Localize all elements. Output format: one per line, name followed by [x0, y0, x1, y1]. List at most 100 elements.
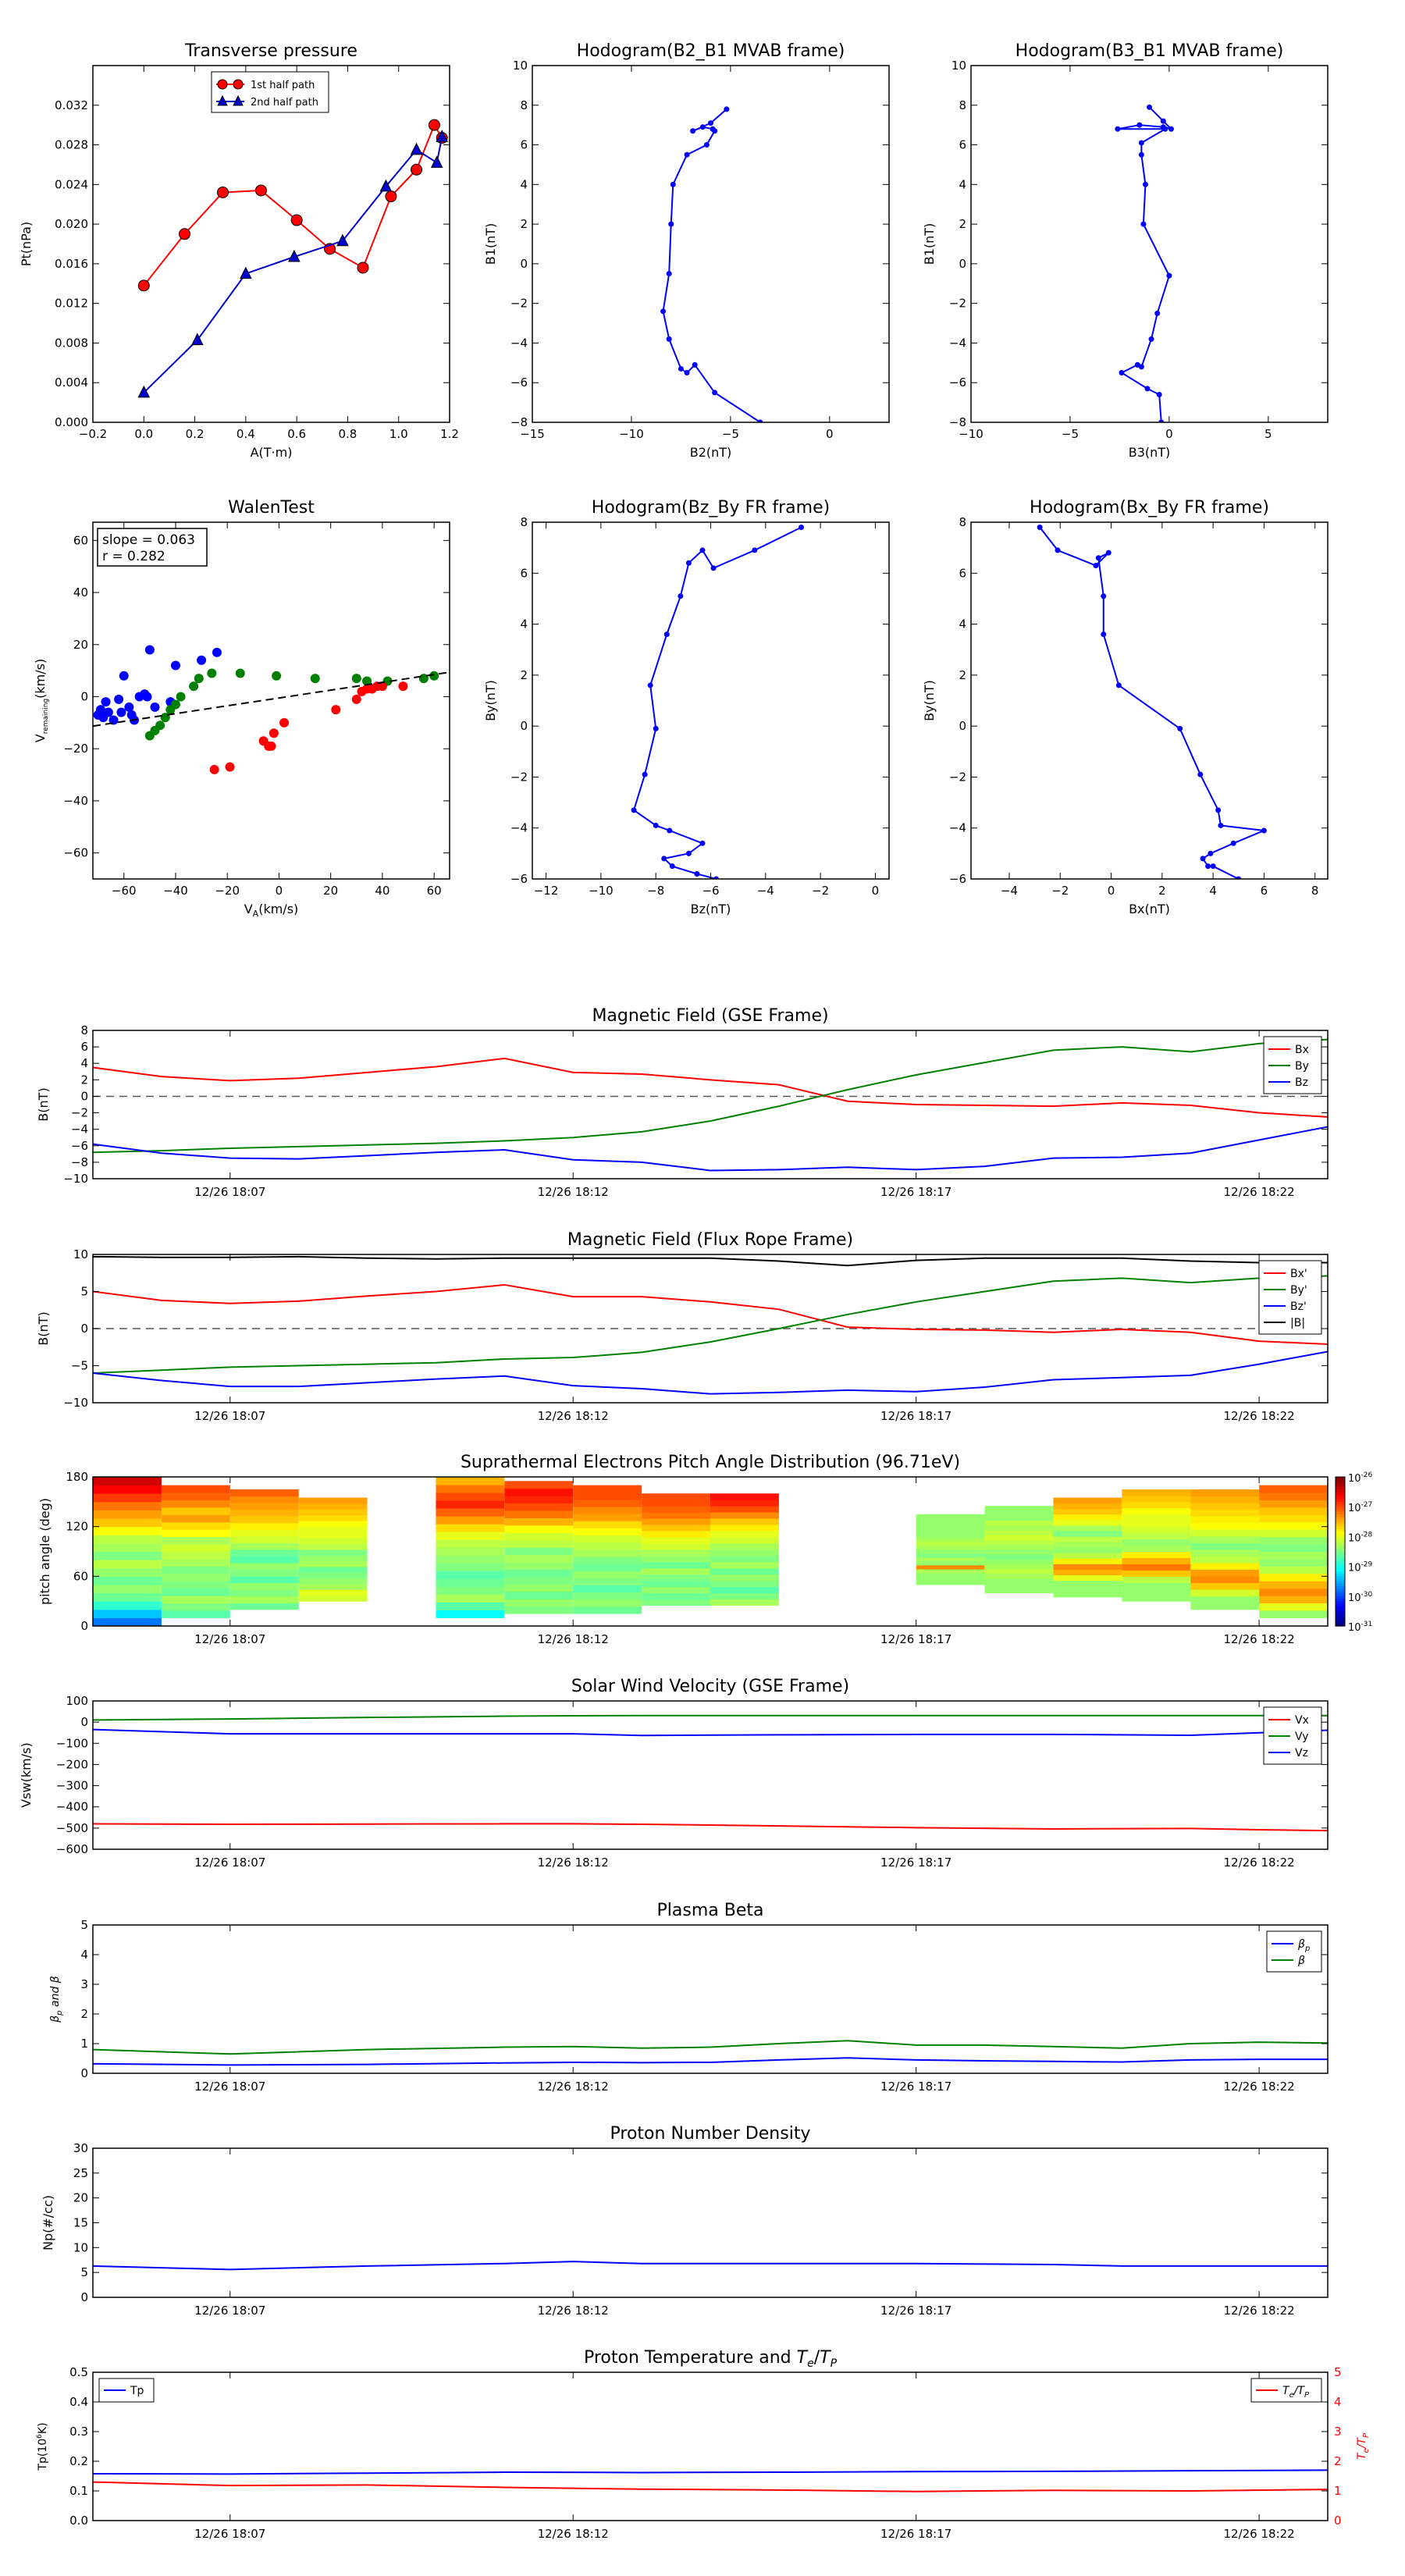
heatmap-cell [642, 1599, 710, 1606]
x-tick-label: 12/26 18:22 [1223, 1632, 1294, 1646]
data-point [351, 674, 361, 684]
heatmap-cell [93, 1535, 162, 1544]
heatmap-cell [1122, 1545, 1191, 1552]
y-tick-label: 2 [959, 217, 966, 231]
heatmap-cell [1053, 1580, 1122, 1587]
legend-box [1266, 1930, 1322, 1973]
y-tick-label: 4 [520, 177, 528, 191]
y-tick-label: −2 [71, 1106, 88, 1120]
y-tick-label: 1 [80, 2037, 88, 2051]
y-tick-label: 4 [959, 617, 966, 632]
data-point [663, 632, 670, 638]
data-point [1148, 336, 1154, 342]
data-point [1095, 555, 1101, 561]
x-tick-label: 12/26 18:22 [1223, 1409, 1294, 1423]
heatmap-cell [298, 1572, 368, 1579]
x-tick-label: −10 [589, 884, 614, 898]
heatmap-cell [984, 1539, 1054, 1546]
heatmap-cell [1122, 1514, 1191, 1521]
x-tick-label: 0 [1108, 884, 1115, 898]
heatmap-cell [93, 1551, 162, 1560]
heatmap-cell [298, 1509, 368, 1516]
x-tick-label: −12 [534, 884, 559, 898]
heatmap-cell [229, 1542, 299, 1550]
data-point [114, 694, 124, 704]
heatmap-cell [984, 1525, 1054, 1531]
y-tick-label: 8 [520, 515, 528, 529]
heatmap-cell [642, 1512, 710, 1519]
heatmap-cell [1122, 1526, 1191, 1534]
x-tick-label: −0.2 [79, 427, 107, 441]
data-point [1115, 682, 1122, 688]
y-tick-label: 8 [520, 98, 528, 112]
heatmap-cell [916, 1533, 985, 1539]
y-tick-label: −2 [510, 770, 528, 784]
y-tick-label: 6 [959, 566, 966, 580]
heatmap-cell [1259, 1514, 1328, 1523]
heatmap-cell [93, 1560, 162, 1569]
y-tick-label: −6 [949, 872, 966, 886]
data-point [1154, 310, 1161, 316]
y-tick-label: 40 [73, 585, 88, 600]
heatmap-cell [710, 1574, 779, 1582]
heatmap-cell [229, 1535, 299, 1543]
heatmap-cell [298, 1566, 368, 1573]
heatmap-cell [161, 1544, 230, 1552]
heatmap-cell [298, 1497, 368, 1504]
heatmap-cell [642, 1549, 710, 1557]
heatmap-cell [1190, 1603, 1260, 1610]
data-point [1197, 771, 1204, 777]
figure-background [0, 0, 1405, 2576]
legend-label: Bx [1295, 1044, 1309, 1056]
data-point [678, 593, 684, 600]
x-tick-label: 4 [1209, 884, 1217, 898]
data-point [653, 822, 659, 828]
data-point [179, 228, 191, 240]
heatmap-cell [573, 1542, 642, 1550]
y-tick-label: 60 [73, 1569, 88, 1583]
y-tick-label: 20 [73, 2191, 88, 2205]
data-point [116, 707, 126, 717]
heatmap-cell [710, 1586, 779, 1594]
x-tick-label: −4 [757, 884, 774, 898]
heatmap-cell [436, 1563, 505, 1571]
heatmap-cell [984, 1559, 1054, 1564]
heatmap-cell [436, 1586, 505, 1595]
data-point [144, 645, 155, 655]
legend-label: 2nd half path [251, 97, 318, 109]
data-point [631, 807, 637, 813]
heatmap-cell [710, 1518, 779, 1525]
x-tick-label: 12/26 18:12 [538, 1409, 609, 1423]
heatmap-cell [573, 1606, 642, 1614]
heatmap-cell [573, 1492, 642, 1500]
y-tick-label: 0 [520, 257, 528, 271]
chart-title: Solar Wind Velocity (GSE Frame) [571, 1677, 849, 1696]
y-tick-label: −10 [63, 1172, 88, 1186]
data-point [1218, 822, 1224, 828]
x-tick-label: 12/26 18:07 [194, 1409, 265, 1423]
y-tick-label: 0 [80, 2066, 88, 2080]
heatmap-cell [1053, 1585, 1122, 1592]
data-point [678, 365, 684, 372]
x-tick-label: 12/26 18:07 [194, 2304, 265, 2318]
data-point [385, 190, 397, 203]
heatmap-cell [504, 1599, 574, 1607]
heatmap-cell [93, 1609, 162, 1618]
heatmap-cell [710, 1530, 779, 1538]
heatmap-cell [916, 1517, 985, 1523]
y-tick-label: −2 [949, 770, 966, 784]
heatmap-cell [1053, 1542, 1122, 1548]
heatmap-cell [1122, 1539, 1191, 1546]
heatmap-cell [984, 1530, 1054, 1535]
y-tick-label: 100 [66, 1694, 88, 1708]
x-tick-label: 0 [872, 884, 880, 898]
heatmap-cell [504, 1576, 574, 1585]
x-tick-label: −5 [722, 427, 739, 441]
y-tick-label: 4 [80, 1948, 88, 1962]
heatmap-cell [1190, 1535, 1260, 1543]
heatmap-cell [504, 1496, 574, 1504]
heatmap-cell [710, 1561, 779, 1569]
heatmap-cell [984, 1515, 1054, 1521]
heatmap-cell [93, 1510, 162, 1519]
x-tick-label: 6 [1261, 884, 1268, 898]
